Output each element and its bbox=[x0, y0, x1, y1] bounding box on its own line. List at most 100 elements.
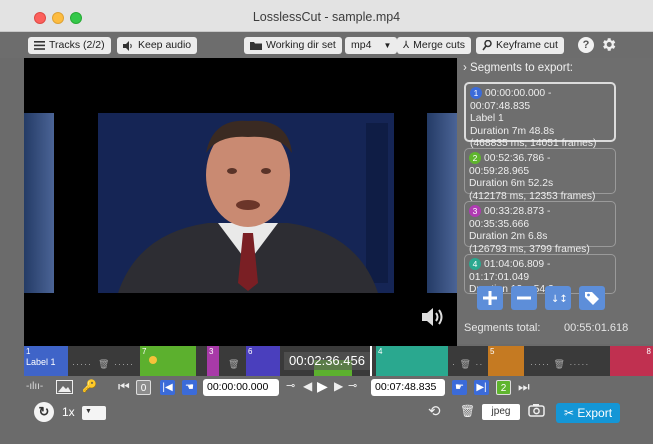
timeline-gap: ····· bbox=[72, 359, 92, 369]
export-label: Export bbox=[577, 406, 613, 420]
segments-total: Segments total: 00:55:01.618 bbox=[464, 322, 628, 334]
keyframe-cut-button[interactable]: Keyframe cut bbox=[476, 37, 564, 54]
jump-to-segment-start-button[interactable]: |◀ bbox=[160, 380, 175, 395]
video-player[interactable] bbox=[24, 58, 457, 346]
segment-duration: Duration 6m 52.2s bbox=[469, 178, 554, 189]
speaker-portrait-image bbox=[98, 113, 394, 293]
help-button[interactable]: ? bbox=[578, 37, 594, 53]
play-icon[interactable]: ▶ bbox=[317, 378, 328, 395]
timeline-segment[interactable]: 7 bbox=[140, 346, 196, 376]
speed-value: 1x bbox=[62, 405, 75, 419]
cut-start-time-input[interactable]: 00:00:00.000 bbox=[203, 379, 279, 396]
timeline-segment-number: 6 bbox=[248, 347, 253, 356]
remove-segment-button[interactable] bbox=[511, 286, 537, 310]
working-dir-button[interactable]: Working dir set bbox=[244, 37, 342, 54]
scissors-icon: ✂ bbox=[563, 406, 575, 420]
merge-icon: ⅄ bbox=[403, 40, 410, 51]
sort-icon: ↓↕ bbox=[551, 294, 566, 305]
jump-to-segment-end-button[interactable]: ▶| bbox=[474, 380, 489, 395]
set-cut-end-button[interactable]: ☛ bbox=[452, 380, 467, 395]
segment-card-2[interactable]: 2 00:52:36.786 - 00:59:28.965 Duration 6m… bbox=[464, 148, 616, 202]
segment-range: 00:33:28.873 - 00:35:35.666 bbox=[469, 206, 551, 230]
segment-number: 3 bbox=[469, 205, 481, 217]
segments-header-label: Segments to export: bbox=[470, 62, 573, 74]
segment-duration: Duration 7m 48.8s bbox=[470, 125, 555, 137]
export-button[interactable]: ✂ Export bbox=[556, 403, 620, 423]
minus-icon bbox=[517, 296, 531, 300]
trash-icon[interactable]: 🗑 bbox=[228, 359, 240, 370]
tracks-label: Tracks (2/2) bbox=[49, 39, 105, 51]
speaker-icon bbox=[123, 40, 132, 51]
merge-cuts-label: Merge cuts bbox=[413, 39, 466, 51]
keyframe-cut-label: Keyframe cut bbox=[496, 39, 558, 51]
key-left-icon[interactable]: ⊸ bbox=[286, 379, 295, 392]
timeline-segment-number: 7 bbox=[142, 347, 147, 356]
tracks-button[interactable]: Tracks (2/2) bbox=[28, 37, 111, 54]
timeline-segment[interactable]: 1 Label 1 bbox=[24, 346, 68, 376]
segment-number: 2 bbox=[469, 152, 481, 164]
window-title: LosslessCut - sample.mp4 bbox=[252, 10, 401, 24]
timeline-segment-number: 8 bbox=[646, 347, 651, 356]
timeline-segment[interactable]: 3 bbox=[207, 346, 219, 376]
label-segment-button[interactable] bbox=[579, 286, 605, 310]
timeline-segment-number: 4 bbox=[378, 347, 383, 356]
timeline-segment[interactable]: 6 bbox=[246, 346, 280, 376]
step-forward-icon[interactable]: ▶ bbox=[334, 379, 343, 393]
trash-icon[interactable]: 🗑 bbox=[460, 404, 475, 418]
top-toolbar: Tracks (2/2) Keep audio Working dir set … bbox=[0, 32, 653, 58]
segments-total-value: 00:55:01.618 bbox=[564, 322, 629, 334]
format-value: mp4 bbox=[351, 39, 372, 51]
step-back-icon[interactable]: ◀ bbox=[303, 379, 312, 393]
segment-start-index[interactable]: 0 bbox=[136, 380, 151, 395]
cut-end-time-input[interactable]: 00:07:48.835 bbox=[371, 379, 445, 396]
video-side-left bbox=[24, 113, 54, 293]
segment-end-index[interactable]: 2 bbox=[496, 380, 511, 395]
trash-icon[interactable]: 🗑 bbox=[98, 359, 110, 370]
jump-end-icon[interactable]: ⏭ bbox=[518, 379, 530, 395]
working-dir-label: Working dir set bbox=[266, 39, 336, 51]
format-select[interactable]: mp4 ▼ bbox=[345, 37, 398, 54]
segment-number: 4 bbox=[469, 258, 481, 270]
timeline-gap: ····· 🗑 ····· bbox=[530, 359, 590, 369]
timeline-segment[interactable]: 5 bbox=[488, 346, 524, 376]
image-icon[interactable] bbox=[56, 380, 73, 397]
segments-header[interactable]: › Segments to export: bbox=[463, 62, 573, 74]
segment-number: 1 bbox=[470, 87, 482, 99]
set-cut-start-button[interactable]: ☚ bbox=[182, 380, 197, 395]
segment-actions: ↓↕ bbox=[477, 286, 605, 310]
segments-panel: › Segments to export: 1 00:00:00.000 - 00… bbox=[457, 58, 653, 344]
waveform-icon[interactable]: -ılıı- bbox=[26, 381, 43, 392]
timeline-gap: · 🗑 ·· bbox=[452, 359, 484, 369]
timeline-segment-name: Label 1 bbox=[26, 357, 56, 367]
add-segment-button[interactable] bbox=[477, 286, 503, 310]
sort-segments-button[interactable]: ↓↕ bbox=[545, 286, 571, 310]
volume-icon[interactable] bbox=[420, 306, 446, 331]
camera-icon[interactable] bbox=[528, 403, 545, 420]
smiley-icon bbox=[149, 356, 157, 364]
segment-range: 00:52:36.786 - 00:59:28.965 bbox=[469, 153, 551, 177]
timeline[interactable]: 1 Label 1 ····· 🗑 ····· 7 3 🗑 6 00:02:36… bbox=[24, 346, 653, 376]
losslesscut-window: LosslessCut - sample.mp4 Tracks (2/2) Ke… bbox=[0, 0, 653, 444]
timeline-segment[interactable]: 8 bbox=[610, 346, 653, 376]
merge-cuts-button[interactable]: ⅄ Merge cuts bbox=[397, 37, 472, 54]
speed-select[interactable]: ▼ bbox=[82, 406, 106, 420]
timeline-segment[interactable]: 4 bbox=[376, 346, 448, 376]
list-icon bbox=[34, 41, 45, 50]
key-right-icon[interactable]: ⊸ bbox=[348, 379, 357, 392]
segment-card-1[interactable]: 1 00:00:00.000 - 00:07:48.835 Label 1 Dur… bbox=[464, 82, 616, 149]
jump-start-icon[interactable]: ⏮ bbox=[118, 379, 130, 395]
video-side-right bbox=[427, 113, 457, 293]
folder-icon bbox=[250, 42, 262, 50]
keep-audio-label: Keep audio bbox=[138, 39, 192, 51]
key-icon[interactable]: 🔑 bbox=[82, 379, 97, 393]
rotate-icon[interactable]: ⟲ bbox=[428, 402, 441, 420]
chevron-right-icon: › bbox=[463, 62, 467, 74]
segment-card-3[interactable]: 3 00:33:28.873 - 00:35:35.666 Duration 2m… bbox=[464, 201, 616, 255]
gear-icon[interactable] bbox=[600, 36, 617, 56]
keep-audio-button[interactable]: Keep audio bbox=[117, 37, 198, 54]
segment-range: 01:04:06.809 - 01:17:01.049 bbox=[469, 259, 551, 283]
chevron-down-icon: ▼ bbox=[383, 41, 392, 50]
timecode-mode-icon[interactable]: ↻ bbox=[34, 402, 54, 422]
playhead[interactable] bbox=[370, 346, 372, 376]
capture-format-select[interactable]: jpeg bbox=[482, 404, 520, 420]
